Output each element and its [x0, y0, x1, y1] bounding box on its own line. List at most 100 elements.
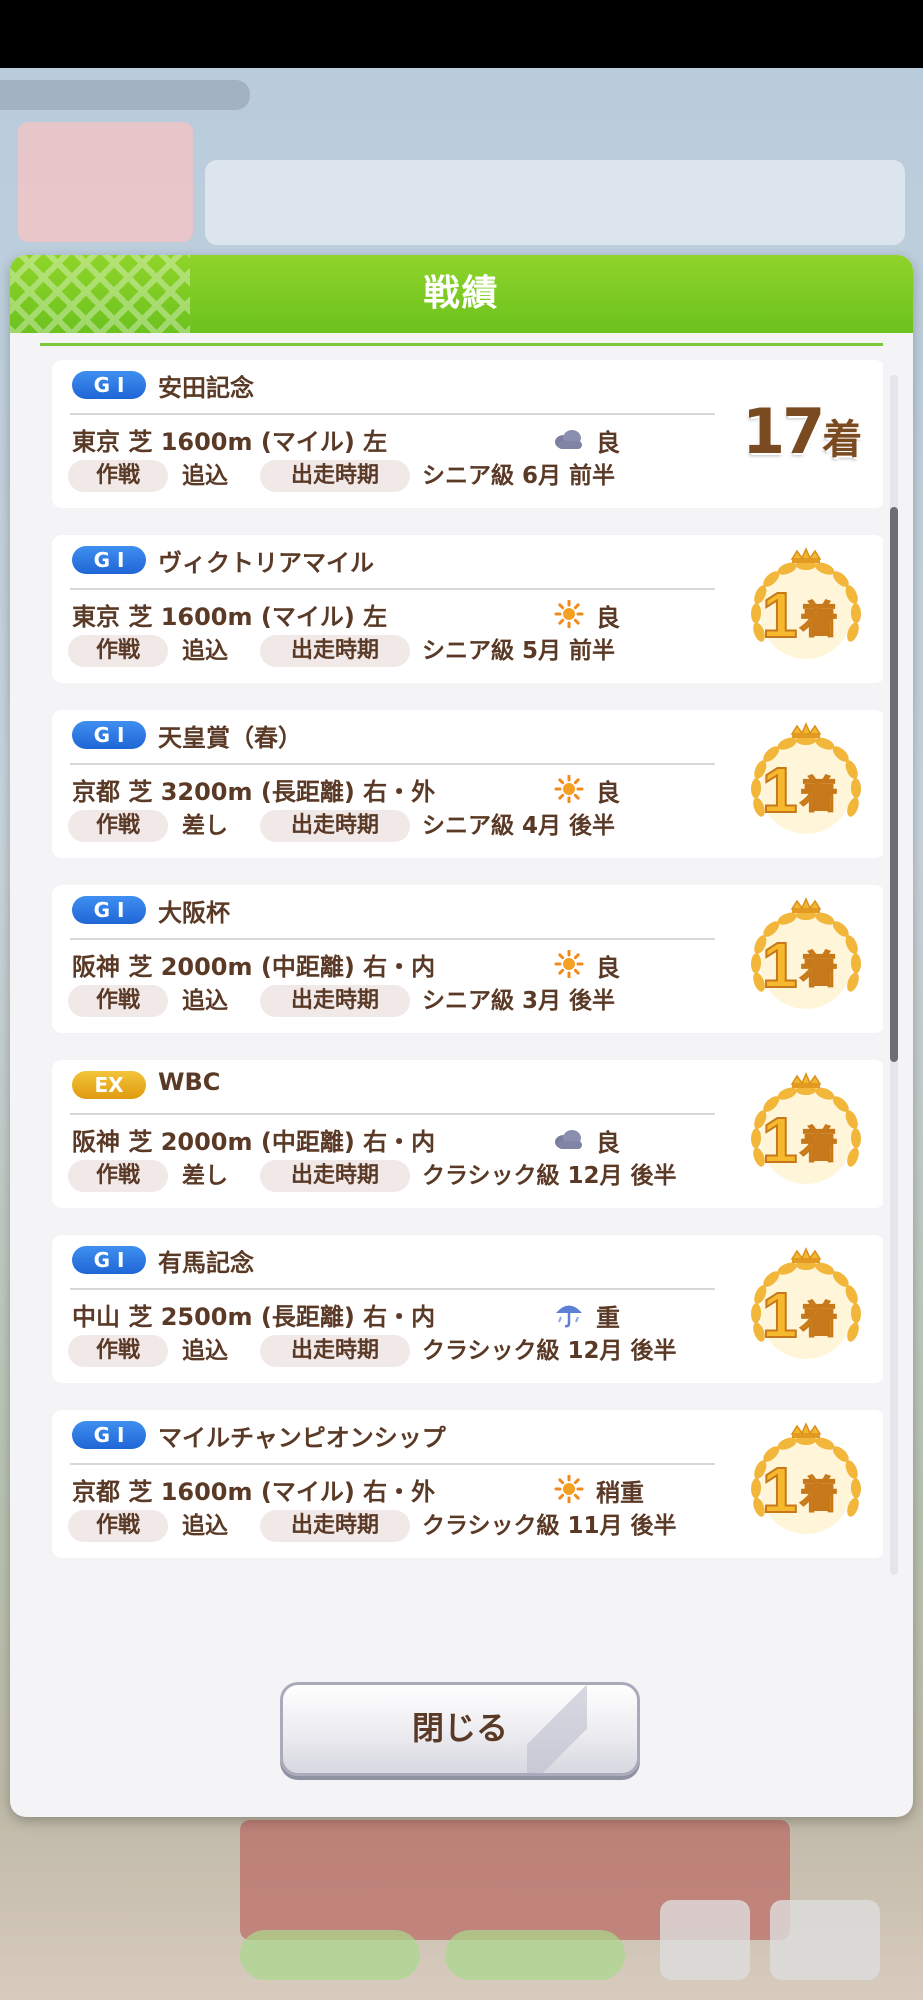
- race-name: WBC: [158, 1068, 221, 1096]
- first-place-medal-icon: 1 着: [742, 1420, 870, 1548]
- svg-text:着: 着: [800, 598, 838, 642]
- scrollbar-thumb[interactable]: [890, 507, 898, 1062]
- first-place-medal-icon: 1 着: [742, 720, 870, 848]
- svg-text:1: 1: [762, 929, 798, 1001]
- svg-text:1: 1: [762, 1279, 798, 1351]
- race-record-item[interactable]: G I 天皇賞（春） 京都 芝 3200m (長距離) 右・外 良 作戦 差し …: [52, 710, 883, 858]
- dialog-title: 戦績: [423, 273, 500, 314]
- race-name: 有馬記念: [158, 1249, 254, 1277]
- tactic-value: 追込: [182, 1338, 228, 1364]
- placing-result: 17着: [742, 395, 862, 468]
- race-record-item[interactable]: G I 安田記念 東京 芝 1600m (マイル) 左 良 作戦 追込 出走時期…: [52, 360, 883, 508]
- course-info: 中山 芝 2500m (長距離) 右・内: [72, 1303, 436, 1331]
- cloudy-icon: [552, 425, 586, 453]
- divider: [70, 938, 715, 940]
- course-info: 京都 芝 1600m (マイル) 右・外: [72, 1478, 436, 1506]
- close-button[interactable]: 閉じる: [280, 1682, 640, 1776]
- tactic-value: 追込: [182, 638, 228, 664]
- period-value: クラシック級 11月 後半: [422, 1513, 677, 1539]
- tactic-label: 作戦: [68, 635, 168, 667]
- grade-badge: G I: [72, 546, 146, 574]
- background-button: [240, 1930, 420, 1980]
- tactic-label: 作戦: [68, 460, 168, 492]
- svg-text:1: 1: [762, 579, 798, 651]
- tactic-label: 作戦: [68, 1160, 168, 1192]
- background-panel: [205, 160, 905, 245]
- background-icon-button: [660, 1900, 750, 1980]
- svg-text:1: 1: [762, 754, 798, 826]
- divider: [70, 1113, 715, 1115]
- background-button: [445, 1930, 625, 1980]
- grade-badge: G I: [72, 1246, 146, 1274]
- background-card: [18, 122, 193, 242]
- race-list[interactable]: G I 安田記念 東京 芝 1600m (マイル) 左 良 作戦 追込 出走時期…: [40, 360, 883, 1582]
- close-button-label: 閉じる: [411, 1709, 508, 1747]
- race-record-item[interactable]: G I ヴィクトリアマイル 東京 芝 1600m (マイル) 左 良 作戦 追込…: [52, 535, 883, 683]
- period-value: クラシック級 12月 後半: [422, 1163, 677, 1189]
- period-label: 出走時期: [260, 1335, 410, 1367]
- period-label: 出走時期: [260, 460, 410, 492]
- divider: [70, 763, 715, 765]
- first-place-medal-icon: 1 着: [742, 1070, 870, 1198]
- period-label: 出走時期: [260, 1510, 410, 1542]
- background-menu-button: [770, 1900, 880, 1980]
- cloudy-icon: [552, 1125, 586, 1153]
- tactic-value: 差し: [182, 1163, 228, 1189]
- ground-condition: 良: [596, 1129, 620, 1157]
- grade-badge: G I: [72, 896, 146, 924]
- svg-text:1: 1: [762, 1454, 798, 1526]
- period-value: クラシック級 12月 後半: [422, 1338, 677, 1364]
- ground-condition: 重: [596, 1304, 620, 1332]
- svg-text:着: 着: [800, 1298, 838, 1342]
- divider: [70, 1463, 715, 1465]
- tactic-label: 作戦: [68, 810, 168, 842]
- race-record-item[interactable]: EX WBC 阪神 芝 2000m (中距離) 右・内 良 作戦 差し 出走時期…: [52, 1060, 883, 1208]
- race-name: 安田記念: [158, 374, 254, 402]
- period-label: 出走時期: [260, 985, 410, 1017]
- first-place-medal-icon: 1 着: [742, 895, 870, 1023]
- race-record-item[interactable]: G I マイルチャンピオンシップ 京都 芝 1600m (マイル) 右・外 稍重…: [52, 1410, 883, 1558]
- race-record-item[interactable]: G I 有馬記念 中山 芝 2500m (長距離) 右・内 重 作戦 追込 出走…: [52, 1235, 883, 1383]
- ground-condition: 良: [596, 779, 620, 807]
- svg-text:着: 着: [800, 773, 838, 817]
- sunny-icon: [552, 599, 586, 629]
- course-info: 京都 芝 3200m (長距離) 右・外: [72, 778, 436, 806]
- tactic-value: 追込: [182, 988, 228, 1014]
- tactic-label: 作戦: [68, 1510, 168, 1542]
- svg-text:着: 着: [800, 1123, 838, 1167]
- status-bar: [0, 0, 923, 68]
- race-name: ヴィクトリアマイル: [158, 549, 374, 577]
- course-info: 東京 芝 1600m (マイル) 左: [72, 428, 388, 456]
- race-name: マイルチャンピオンシップ: [158, 1424, 446, 1452]
- tactic-value: 追込: [182, 1513, 228, 1539]
- svg-text:着: 着: [800, 948, 838, 992]
- dialog-header: 戦績: [10, 255, 913, 333]
- tactic-value: 差し: [182, 813, 228, 839]
- sunny-icon: [552, 949, 586, 979]
- grade-badge: G I: [72, 721, 146, 749]
- tactic-label: 作戦: [68, 985, 168, 1017]
- race-record-item[interactable]: G I 大阪杯 阪神 芝 2000m (中距離) 右・内 良 作戦 追込 出走時…: [52, 885, 883, 1033]
- rain-icon: [552, 1300, 586, 1328]
- course-info: 東京 芝 1600m (マイル) 左: [72, 603, 388, 631]
- ground-condition: 良: [596, 954, 620, 982]
- divider: [70, 413, 715, 415]
- period-label: 出走時期: [260, 810, 410, 842]
- placing-suffix: 着: [822, 417, 863, 463]
- divider: [70, 588, 715, 590]
- period-value: シニア級 6月 前半: [422, 463, 616, 489]
- header-divider: [40, 343, 883, 346]
- period-value: シニア級 4月 後半: [422, 813, 616, 839]
- ground-condition: 良: [596, 429, 620, 457]
- background-tab: [0, 80, 250, 110]
- race-record-dialog: 戦績 G I 安田記念 東京 芝 1600m (マイル) 左 良 作戦 追込 出…: [10, 255, 913, 1817]
- tactic-label: 作戦: [68, 1335, 168, 1367]
- race-name: 天皇賞（春）: [158, 724, 302, 752]
- sunny-icon: [552, 774, 586, 804]
- first-place-medal-icon: 1 着: [742, 1245, 870, 1373]
- sunny-icon: [552, 1474, 586, 1504]
- tactic-value: 追込: [182, 463, 228, 489]
- button-shine: [527, 1685, 587, 1773]
- ground-condition: 良: [596, 604, 620, 632]
- first-place-medal-icon: 1 着: [742, 545, 870, 673]
